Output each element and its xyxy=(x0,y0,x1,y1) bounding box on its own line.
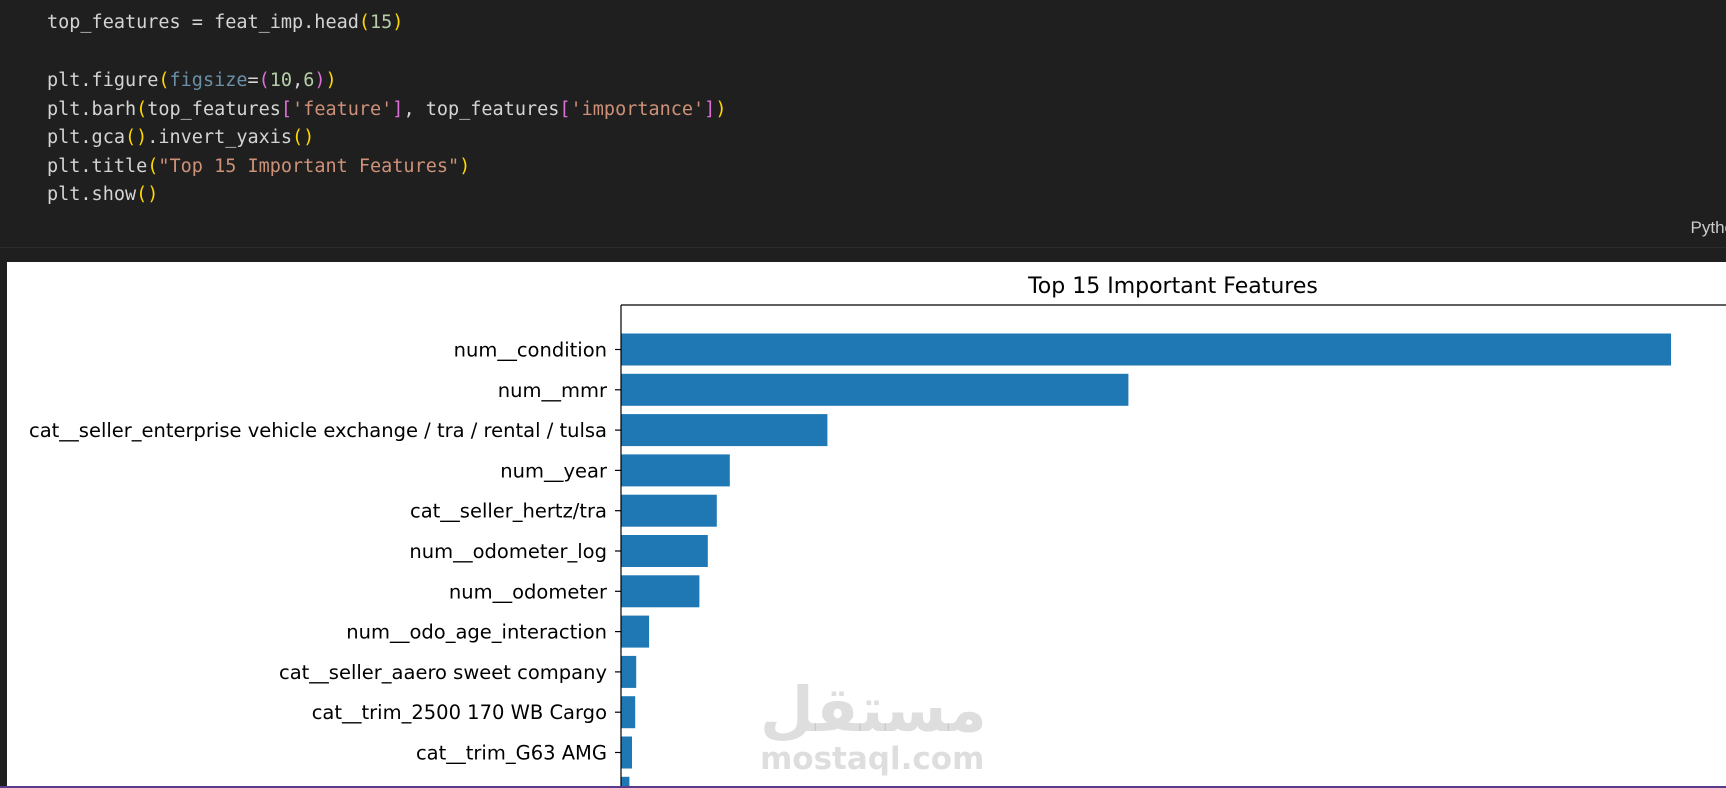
code-token: plt.show xyxy=(47,184,137,205)
code-token: 'importance' xyxy=(570,99,705,120)
code-token: () xyxy=(124,127,148,148)
cell-language-label[interactable]: Pytho xyxy=(1691,218,1726,238)
y-tick-label: num__mmr xyxy=(498,379,608,402)
code-token: () xyxy=(292,127,315,148)
code-token: , top_features xyxy=(403,99,560,120)
code-token: plt.figure xyxy=(47,70,159,91)
y-tick-label: num__odometer xyxy=(449,580,608,603)
code-token: ( xyxy=(258,70,270,91)
code-token: "Top 15 Important Features" xyxy=(158,156,460,177)
code-line-5: plt.gca().invert_yaxis() xyxy=(47,124,314,152)
cell-output: Top 15 Important Features num__conditionn… xyxy=(7,262,1726,788)
code-token: 15 xyxy=(370,12,393,33)
code-line-6: plt.title("Top 15 Important Features") xyxy=(47,153,470,181)
code-token: ) xyxy=(314,70,326,91)
code-token: [ xyxy=(559,99,571,120)
code-token: ( xyxy=(136,99,148,120)
code-token: plt.barh xyxy=(47,99,137,120)
bar xyxy=(621,736,632,769)
code-token: ) xyxy=(325,70,337,91)
code-line-1: top_features = feat_imp.head(15) xyxy=(47,9,403,37)
code-line-4: plt.barh(top_features['feature'], top_fe… xyxy=(47,96,726,124)
y-tick-label: cat__trim_G63 AMG xyxy=(416,742,607,765)
bar xyxy=(621,333,1671,366)
bar xyxy=(621,414,828,447)
code-token: , xyxy=(292,70,304,91)
bar xyxy=(621,535,708,567)
chart-title: Top 15 Important Features xyxy=(1027,274,1318,299)
bar xyxy=(621,494,717,527)
code-token: ) xyxy=(459,156,471,177)
code-token: ) xyxy=(715,99,727,120)
y-tick-label: cat__seller_enterprise vehicle exchange … xyxy=(29,419,607,442)
code-token: 'feature' xyxy=(292,99,393,120)
y-tick-label: num__odometer_log xyxy=(409,540,607,563)
y-tick-label: num__odo_age_interaction xyxy=(346,621,607,644)
bar xyxy=(621,696,636,729)
y-tick-label: num__year xyxy=(500,459,608,482)
code-token: [ xyxy=(280,99,293,120)
code-token: 10 xyxy=(269,70,293,91)
bar xyxy=(621,373,1129,406)
code-line-3: plt.figure(figsize=(10,6)) xyxy=(47,67,337,95)
y-tick-label: cat__seller_hertz/tra xyxy=(410,500,607,523)
code-token: ] xyxy=(704,99,716,120)
code-token: 6 xyxy=(303,70,315,91)
code-token: top_features xyxy=(147,99,281,120)
code-token: ) xyxy=(392,12,404,33)
code-token: ( xyxy=(158,70,170,91)
code-token: plt.gca xyxy=(47,127,125,148)
code-token: () xyxy=(136,184,159,205)
bar xyxy=(621,454,730,487)
feature-importance-chart: Top 15 Important Features num__conditionn… xyxy=(29,274,1726,788)
y-tick-label: num__condition xyxy=(454,339,607,362)
bar xyxy=(621,655,637,688)
y-tick-label: cat__trim_2500 170 WB Cargo xyxy=(312,701,607,724)
code-token: .invert_yaxis xyxy=(147,127,293,148)
bar xyxy=(621,615,650,648)
code-token: ( xyxy=(358,12,371,33)
y-tick-label: cat__seller_aaero sweet company xyxy=(279,661,607,684)
code-token: figsize xyxy=(169,70,248,91)
code-token: plt.title xyxy=(47,156,148,177)
code-token: top_features = feat_imp.head xyxy=(47,12,359,33)
code-token: ] xyxy=(392,99,404,120)
cell-divider xyxy=(0,247,1726,248)
code-token: = xyxy=(247,70,259,91)
code-token: ( xyxy=(147,156,159,177)
code-cell[interactable]: top_features = feat_imp.head(15) plt.fig… xyxy=(0,0,1726,248)
bar xyxy=(621,575,700,608)
code-line-7: plt.show() xyxy=(47,181,158,209)
